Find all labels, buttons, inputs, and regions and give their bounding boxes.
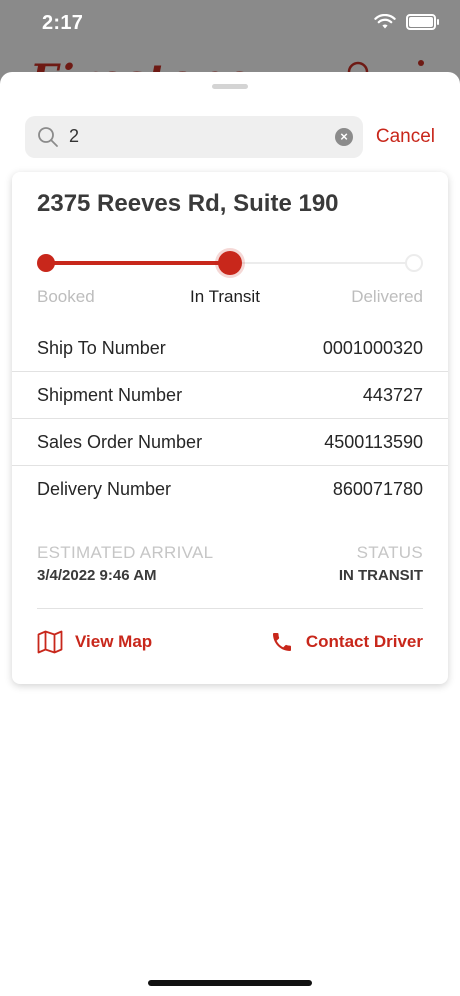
phone-icon: [272, 633, 291, 651]
menu-icon: [418, 60, 424, 66]
shipment-progress: [37, 251, 423, 276]
shipment-address: 2375 Reeves Rd, Suite 190: [37, 190, 339, 217]
sheet-grabber[interactable]: [212, 84, 248, 89]
cancel-button[interactable]: Cancel: [376, 126, 435, 148]
detail-value: 860071780: [332, 478, 423, 499]
map-icon: [37, 630, 63, 654]
detail-value: 4500113590: [324, 431, 423, 452]
progress-fill: [45, 261, 230, 265]
shipment-sheet: 2 × Cancel 2375 Reeves Rd, Suite 190 Boo…: [0, 72, 460, 996]
step-in-transit-label: In Transit: [190, 287, 260, 306]
detail-value: 0001000320: [322, 337, 423, 358]
detail-label: Shipment Number: [37, 384, 183, 405]
home-indicator: [148, 980, 312, 986]
search-icon: [38, 127, 58, 147]
arrival-status-info: ESTIMATED ARRIVAL 3/4/2022 9:46 AM STATU…: [37, 543, 423, 613]
divider: [37, 608, 423, 609]
search-query: 2: [69, 126, 80, 146]
status-time: 2:17: [42, 12, 84, 34]
estimated-arrival-value: 3/4/2022 9:46 AM: [37, 567, 157, 584]
clear-search-icon[interactable]: ×: [335, 128, 353, 146]
detail-label: Ship To Number: [37, 337, 166, 358]
shipment-details: Ship To Number 0001000320 Shipment Numbe…: [12, 325, 448, 512]
estimated-arrival-label: ESTIMATED ARRIVAL: [37, 543, 214, 562]
status-label: STATUS: [356, 543, 423, 562]
view-map-button[interactable]: View Map: [37, 630, 152, 654]
wifi-icon: [374, 14, 396, 29]
detail-row-shipment-number: Shipment Number 443727: [12, 371, 448, 418]
detail-label: Sales Order Number: [37, 431, 203, 452]
shipment-card: 2375 Reeves Rd, Suite 190 Booked In Tran…: [12, 172, 448, 684]
detail-row-delivery-number: Delivery Number 860071780: [12, 465, 448, 512]
step-delivered-dot: [405, 254, 423, 272]
step-in-transit-dot: [218, 251, 242, 275]
step-booked-dot: [37, 254, 55, 272]
step-delivered-label: Delivered: [351, 287, 423, 306]
status-value: IN TRANSIT: [338, 567, 423, 584]
detail-value: 443727: [362, 384, 423, 405]
contact-driver-button[interactable]: Contact Driver: [270, 630, 423, 654]
contact-driver-label: Contact Driver: [305, 632, 423, 651]
status-icons: [374, 14, 439, 30]
detail-row-sales-order: Sales Order Number 4500113590: [12, 418, 448, 465]
battery-icon: [406, 14, 439, 30]
search-input[interactable]: 2 ×: [25, 116, 363, 158]
detail-row-ship-to: Ship To Number 0001000320: [12, 325, 448, 371]
view-map-label: View Map: [75, 632, 153, 651]
status-bar: 2:17: [0, 0, 460, 50]
detail-label: Delivery Number: [37, 478, 172, 499]
step-booked-label: Booked: [37, 287, 95, 306]
